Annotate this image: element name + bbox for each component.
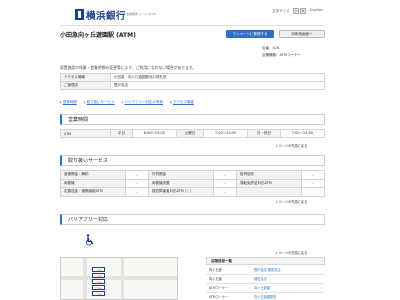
hours-heading: 営業時間 [60, 114, 325, 125]
map-road [121, 258, 124, 299]
font-size-small-button[interactable]: 小 [293, 8, 299, 14]
branch-key: ATMコーナー [206, 283, 251, 293]
service-label: 定額送金・通帳繰越ATM [60, 187, 126, 197]
register-mypage-button[interactable]: マイページに登録する [226, 30, 274, 38]
table-row: 定額送金・通帳繰越ATM - 視覚障害者対応ATM (！) - [60, 187, 326, 197]
arrow-right-icon: ▸ [60, 100, 62, 104]
service-value: - [212, 170, 237, 180]
store-number: 店番：826 [262, 46, 280, 50]
branch-link[interactable]: 向ヶ丘遊園駅前 [251, 292, 325, 300]
table-row: 普通預金・解約 - 外貨預金 - 投資信託 - [60, 170, 326, 180]
branch-list-heading: 店舗目録一覧 [206, 257, 325, 265]
service-label: 運転免許証対応ATM [235, 178, 302, 188]
table-row: 向ヶ丘遊 登戸支店 稲田支店 [206, 265, 325, 275]
map-marker[interactable]: こちら [92, 279, 105, 284]
service-label: 外貨預金 [147, 170, 214, 180]
map-marker[interactable]: こちら [92, 291, 105, 296]
bank-logo-text[interactable]: 横浜銀行 [86, 8, 126, 22]
service-value [300, 187, 326, 197]
accessibility-icon [84, 233, 97, 246]
english-link[interactable]: English [310, 8, 323, 12]
table-row: アクセス情報 小田急 向ヶ丘遊園駅北口改札前 [60, 73, 325, 82]
access-map[interactable]: こちら こちら こちら こちら こちら [60, 257, 178, 300]
hours-day: 平日 [110, 129, 133, 138]
back-to-top-label: ページの先頭に戻る [278, 144, 308, 148]
info-value: 登戸支店 [110, 81, 325, 90]
info-table: アクセス情報 小田急 向ヶ丘遊園駅北口改札前 ご管理店 登戸支店 [60, 73, 325, 90]
map-road [61, 276, 177, 280]
branch-list-table: 向ヶ丘遊 登戸支店 稲田支店 向ヶ丘遊 稲田支店 ATMコーナー 向ヶ丘遊園 A… [206, 265, 325, 300]
hours-day: 土曜日 [175, 129, 205, 138]
page-title: 小田急向ヶ丘遊園駅 (ATM) [60, 32, 136, 39]
service-label: 普通預金・解約 [60, 170, 126, 180]
service-label: 投資信託 [235, 170, 302, 180]
hours-time: 6:00～24:00 [131, 129, 177, 138]
hours-time: 7:00～24:00 [279, 129, 326, 138]
branch-link[interactable]: 向ヶ丘遊園 [251, 283, 325, 293]
services-table: 普通預金・解約 - 外貨預金 - 投資信託 - 両替機 - 両替機設置 - 運転… [60, 170, 326, 197]
store-type: 店舗種類：ATMコーナー [262, 53, 301, 57]
service-value: - [212, 187, 237, 197]
service-value: - [300, 170, 326, 180]
table-row: ご管理店 登戸支店 [60, 81, 325, 90]
branch-key: 向ヶ丘遊 [206, 265, 251, 275]
arrow-right-icon: ▸ [276, 251, 278, 255]
back-to-top-link[interactable]: ▸ページの先頭に戻る [276, 250, 307, 255]
print-button-label: 印刷用画面へ [291, 31, 313, 36]
service-value: - [124, 170, 149, 180]
table-row: ATMコーナー 向ヶ丘遊園駅前 [206, 292, 325, 300]
arrow-right-icon: ▸ [83, 100, 86, 104]
info-label: アクセス情報 [60, 73, 111, 82]
service-label: 両替機設置 [147, 178, 214, 188]
bank-code: 金融機関コード:0138 [126, 12, 156, 16]
anchor-services-link[interactable]: 取り扱いサービス [87, 100, 115, 104]
back-to-top-link[interactable]: ▸ページの先頭に戻る [276, 143, 307, 148]
anchor-access-link[interactable]: アクセス情報 [173, 100, 194, 104]
table-row: 向ヶ丘遊 稲田支店 [206, 274, 325, 284]
back-to-top-link[interactable]: ▸ページの先頭に戻る [276, 199, 307, 204]
table-row: ATM 平日 6:00～24:00 土曜日 7:00～24:00 日・祝日 7:… [60, 129, 326, 138]
map-marker[interactable]: こちら [92, 273, 105, 278]
service-label [235, 187, 302, 197]
branch-link[interactable]: 登戸支店 稲田支店 [251, 265, 325, 275]
map-marker[interactable]: こちら [92, 267, 105, 272]
font-size-label: 文字サイズ [272, 9, 290, 13]
header-divider [60, 25, 325, 26]
arrow-right-icon: ▸ [170, 100, 172, 104]
barrier-free-heading: バリアフリー対応 [60, 214, 325, 225]
hours-day: 日・祝日 [247, 129, 281, 138]
service-label: 視覚障害者対応ATM (！) [147, 187, 214, 197]
font-size-large-button[interactable]: 大 [300, 8, 306, 14]
service-value: - [212, 178, 237, 188]
info-label: ご管理店 [60, 81, 111, 90]
branch-link[interactable]: 稲田支店 [251, 274, 325, 284]
hours-table: ATM 平日 6:00～24:00 土曜日 7:00～24:00 日・祝日 7:… [60, 129, 326, 138]
arrow-right-icon: ▸ [276, 144, 278, 148]
info-value: 小田急 向ヶ丘遊園駅北口改札前 [110, 73, 325, 82]
branch-key: ATMコーナー [206, 292, 251, 300]
anchor-barrier-free-link[interactable]: バリアフリー対応の有無 [125, 100, 164, 104]
service-label: 両替機 [60, 178, 126, 188]
map-road [83, 258, 87, 299]
arrow-right-icon: ▸ [276, 200, 278, 204]
service-value: - [124, 178, 149, 188]
branch-key: 向ヶ丘遊 [206, 274, 251, 284]
table-row: 両替機 - 両替機設置 - 運転免許証対応ATM - [60, 178, 326, 188]
service-value: - [300, 178, 326, 188]
table-row: ATMコーナー 向ヶ丘遊園 [206, 283, 325, 293]
notice-text: 設置施設の休業・営業時間の変更等により、ご利用になれない場合があります。 [60, 65, 197, 70]
back-to-top-label: ページの先頭に戻る [278, 251, 308, 255]
print-view-button[interactable]: 印刷用画面へ [279, 30, 325, 38]
bank-logo-icon [75, 9, 84, 20]
service-value: - [124, 187, 149, 197]
map-marker[interactable]: こちら [92, 285, 105, 290]
anchor-hours-link[interactable]: 営業時間 [63, 100, 77, 104]
hours-row-label: ATM [60, 129, 111, 138]
services-heading: 取り扱いサービス [60, 155, 325, 166]
back-to-top-label: ページの先頭に戻る [278, 200, 308, 204]
register-button-label: マイページに登録する [232, 31, 268, 36]
arrow-right-icon: ▸ [121, 100, 124, 104]
anchor-links: ▸営業時間 ▸取り扱いサービス ▸バリアフリー対応の有無 ▸アクセス情報 [60, 100, 200, 105]
hours-time: 7:00～24:00 [203, 129, 249, 138]
